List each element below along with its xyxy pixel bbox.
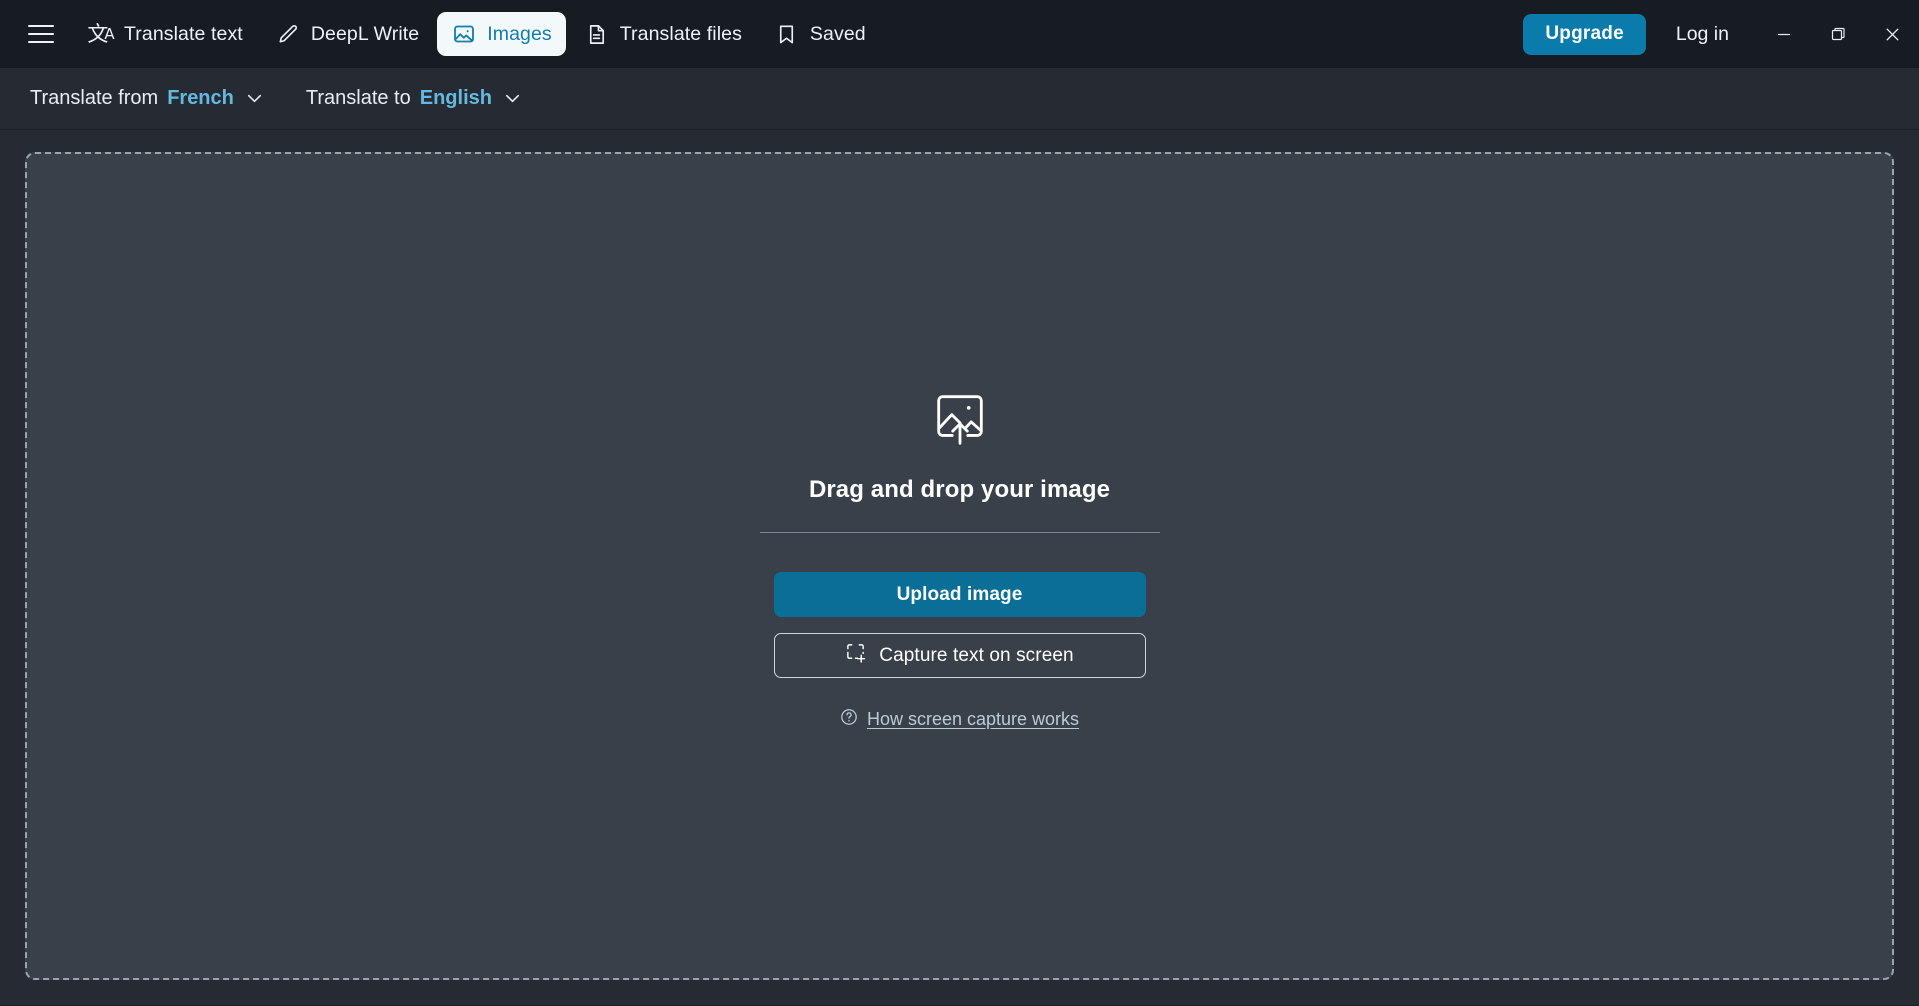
help-link-label: How screen capture works [866, 709, 1080, 729]
close-button[interactable] [1865, 0, 1919, 68]
upgrade-button[interactable]: Upgrade [1523, 13, 1646, 55]
nav-tab-label: Saved [809, 22, 866, 45]
nav-tab-label: Images [487, 22, 552, 45]
translate-icon: 文A [87, 21, 114, 46]
pen-icon [275, 22, 300, 47]
source-language-label: Translate from [30, 87, 159, 109]
upload-image-button[interactable]: Upload image [773, 572, 1146, 617]
dropzone-title: Drag and drop your image [808, 476, 1111, 503]
screen-capture-icon [845, 642, 866, 669]
nav-tab-label: DeepL Write [310, 22, 420, 45]
nav-tab-deepl-write[interactable]: DeepL Write [261, 12, 433, 56]
source-language-value: French [167, 87, 234, 109]
nav-tab-label: Translate text [124, 22, 243, 45]
nav-tab-images[interactable]: Images [437, 12, 566, 56]
capture-button-label: Capture text on screen [879, 644, 1074, 666]
target-language-selector[interactable]: Translate to English [306, 87, 522, 110]
image-upload-icon [929, 387, 991, 454]
main-navigation: 文A Translate text DeepL Write Images Tra… [74, 12, 880, 56]
window-controls [1757, 0, 1919, 68]
question-circle-icon [840, 708, 858, 731]
source-language-selector[interactable]: Translate from French [30, 87, 264, 110]
minimize-button[interactable] [1757, 0, 1811, 68]
hamburger-bar [28, 33, 54, 35]
nav-tab-translate-files[interactable]: Translate files [570, 12, 756, 56]
hamburger-bar [28, 25, 54, 27]
hamburger-bar [28, 41, 54, 43]
main-content: Drag and drop your image Upload image Ca… [0, 130, 1919, 1005]
nav-tab-saved[interactable]: Saved [760, 12, 880, 56]
dropzone-inner: Drag and drop your image Upload image Ca… [759, 387, 1160, 731]
dropzone-divider [759, 532, 1160, 533]
chevron-down-icon [503, 89, 522, 108]
nav-tab-label: Translate files [619, 22, 742, 45]
nav-tab-translate-text[interactable]: 文A Translate text [74, 12, 257, 56]
document-icon [584, 22, 609, 47]
image-icon [451, 22, 476, 47]
how-screen-capture-works-link[interactable]: How screen capture works [840, 708, 1079, 731]
bookmark-icon [774, 22, 799, 47]
login-button[interactable]: Log in [1658, 23, 1747, 46]
maximize-restore-button[interactable] [1811, 0, 1865, 68]
hamburger-menu-icon[interactable] [18, 11, 64, 57]
image-dropzone[interactable]: Drag and drop your image Upload image Ca… [25, 152, 1894, 980]
target-language-value: English [419, 87, 492, 109]
language-bar: Translate from French Translate to Engli… [0, 68, 1919, 130]
chevron-down-icon [245, 89, 264, 108]
capture-text-on-screen-button[interactable]: Capture text on screen [773, 633, 1146, 678]
title-bar: 文A Translate text DeepL Write Images Tra… [0, 0, 1919, 68]
target-language-label: Translate to [305, 87, 411, 109]
